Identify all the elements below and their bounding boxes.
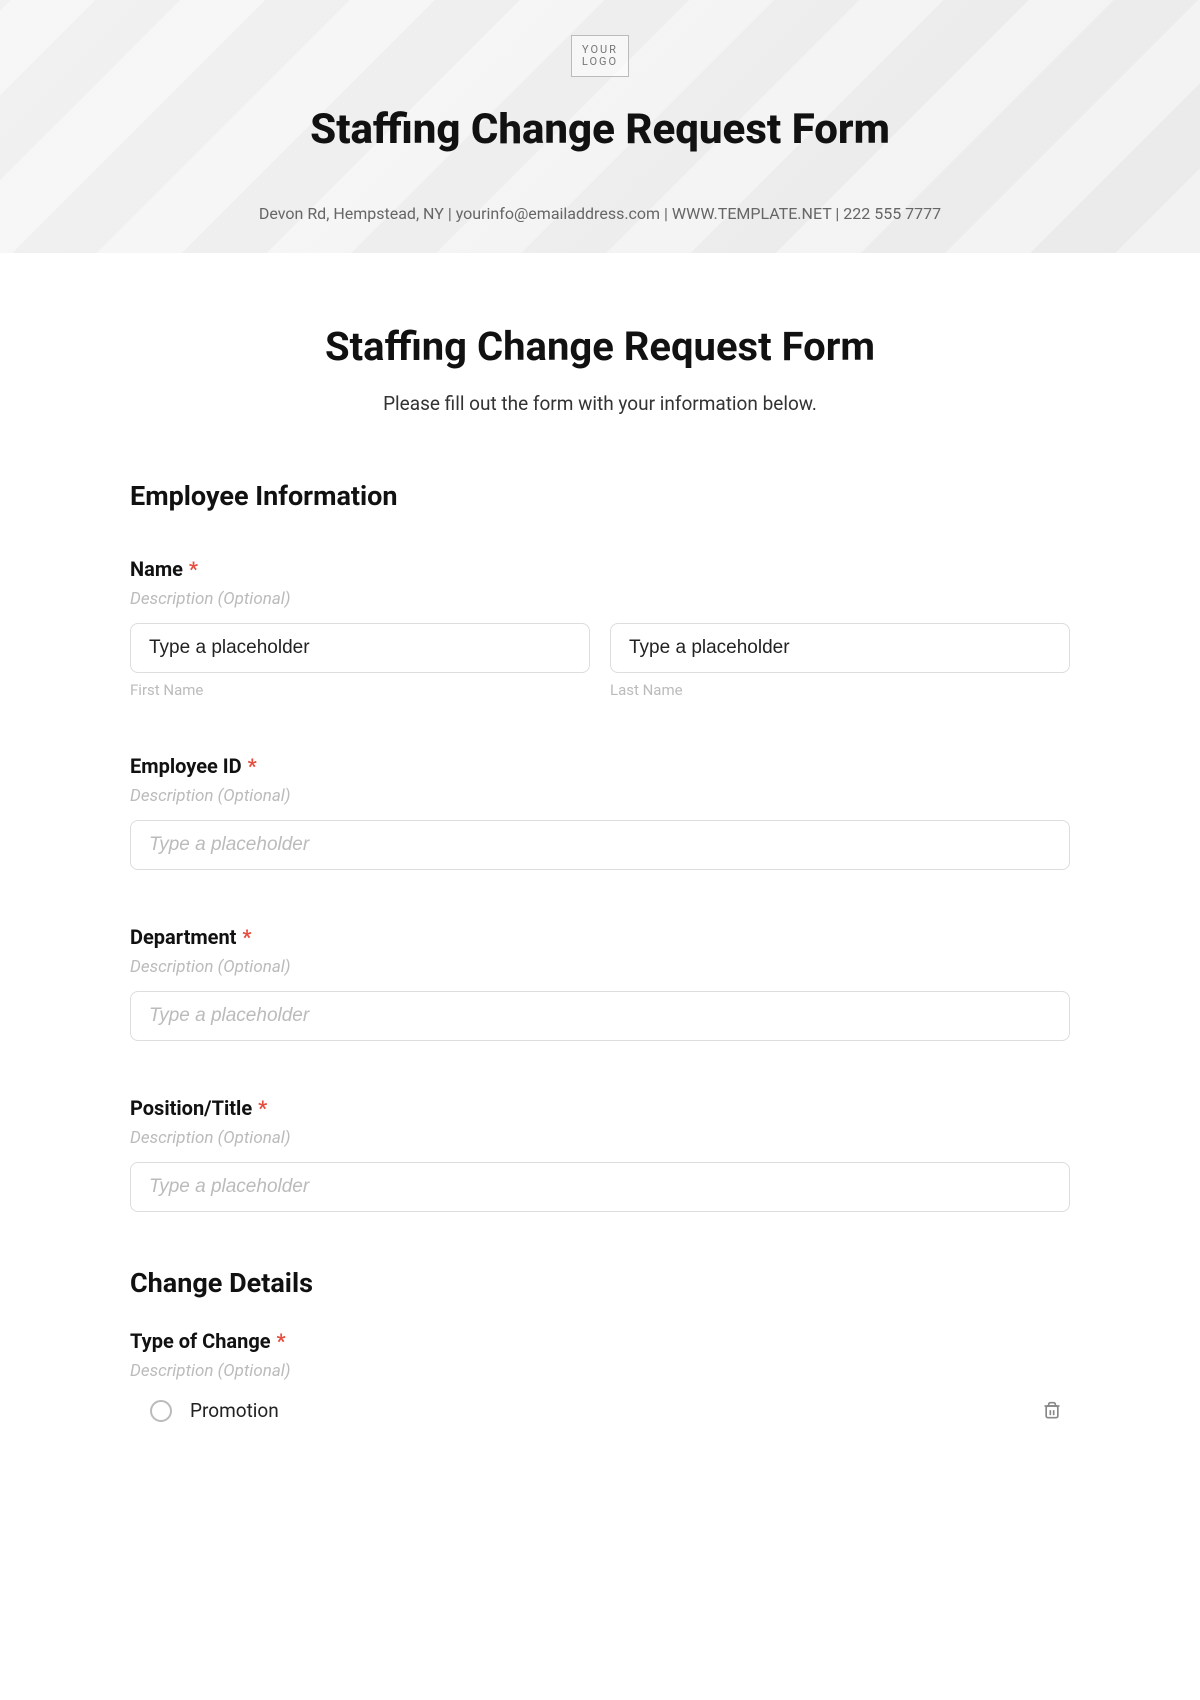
field-type-of-change: Type of Change * Description (Optional) …	[130, 1329, 1070, 1426]
form-title: Staffing Change Request Form	[130, 323, 1070, 370]
section-change-details: Change Details	[130, 1267, 1070, 1299]
employee-id-input[interactable]	[130, 820, 1070, 870]
position-input[interactable]	[130, 1162, 1070, 1212]
logo-placeholder: YOUR LOGO	[571, 35, 629, 77]
position-label: Position/Title	[130, 1096, 252, 1120]
radio-promotion[interactable]	[150, 1400, 172, 1422]
radio-promotion-label: Promotion	[190, 1399, 279, 1422]
name-description: Description (Optional)	[130, 589, 1070, 609]
department-description: Description (Optional)	[130, 957, 1070, 977]
first-name-input[interactable]	[130, 623, 590, 673]
header-title: Staffing Change Request Form	[0, 105, 1200, 154]
field-position: Position/Title * Description (Optional)	[130, 1096, 1070, 1212]
field-employee-id: Employee ID * Description (Optional)	[130, 754, 1070, 870]
section-employee-information: Employee Information	[130, 480, 1070, 512]
header-banner: YOUR LOGO Staffing Change Request Form D…	[0, 0, 1200, 253]
logo-text-line2: LOGO	[582, 56, 618, 68]
form-subtitle: Please fill out the form with your infor…	[130, 392, 1070, 415]
required-mark: *	[248, 754, 257, 778]
form-content: Staffing Change Request Form Please fill…	[0, 253, 1200, 1476]
name-label: Name	[130, 557, 183, 581]
header-contact-info: Devon Rd, Hempstead, NY | yourinfo@email…	[0, 204, 1200, 223]
radio-option-promotion-row: Promotion	[130, 1395, 1070, 1426]
first-name-sublabel: First Name	[130, 681, 590, 699]
employee-id-label: Employee ID	[130, 754, 242, 778]
last-name-sublabel: Last Name	[610, 681, 1070, 699]
field-name: Name * Description (Optional) First Name…	[130, 557, 1070, 699]
required-mark: *	[258, 1096, 267, 1120]
employee-id-description: Description (Optional)	[130, 786, 1070, 806]
required-mark: *	[277, 1329, 286, 1353]
trash-icon[interactable]	[1042, 1400, 1062, 1422]
field-department: Department * Description (Optional)	[130, 925, 1070, 1041]
type-of-change-label: Type of Change	[130, 1329, 271, 1353]
type-of-change-description: Description (Optional)	[130, 1361, 1070, 1381]
department-input[interactable]	[130, 991, 1070, 1041]
last-name-input[interactable]	[610, 623, 1070, 673]
required-mark: *	[189, 557, 198, 581]
required-mark: *	[242, 925, 251, 949]
position-description: Description (Optional)	[130, 1128, 1070, 1148]
department-label: Department	[130, 925, 236, 949]
